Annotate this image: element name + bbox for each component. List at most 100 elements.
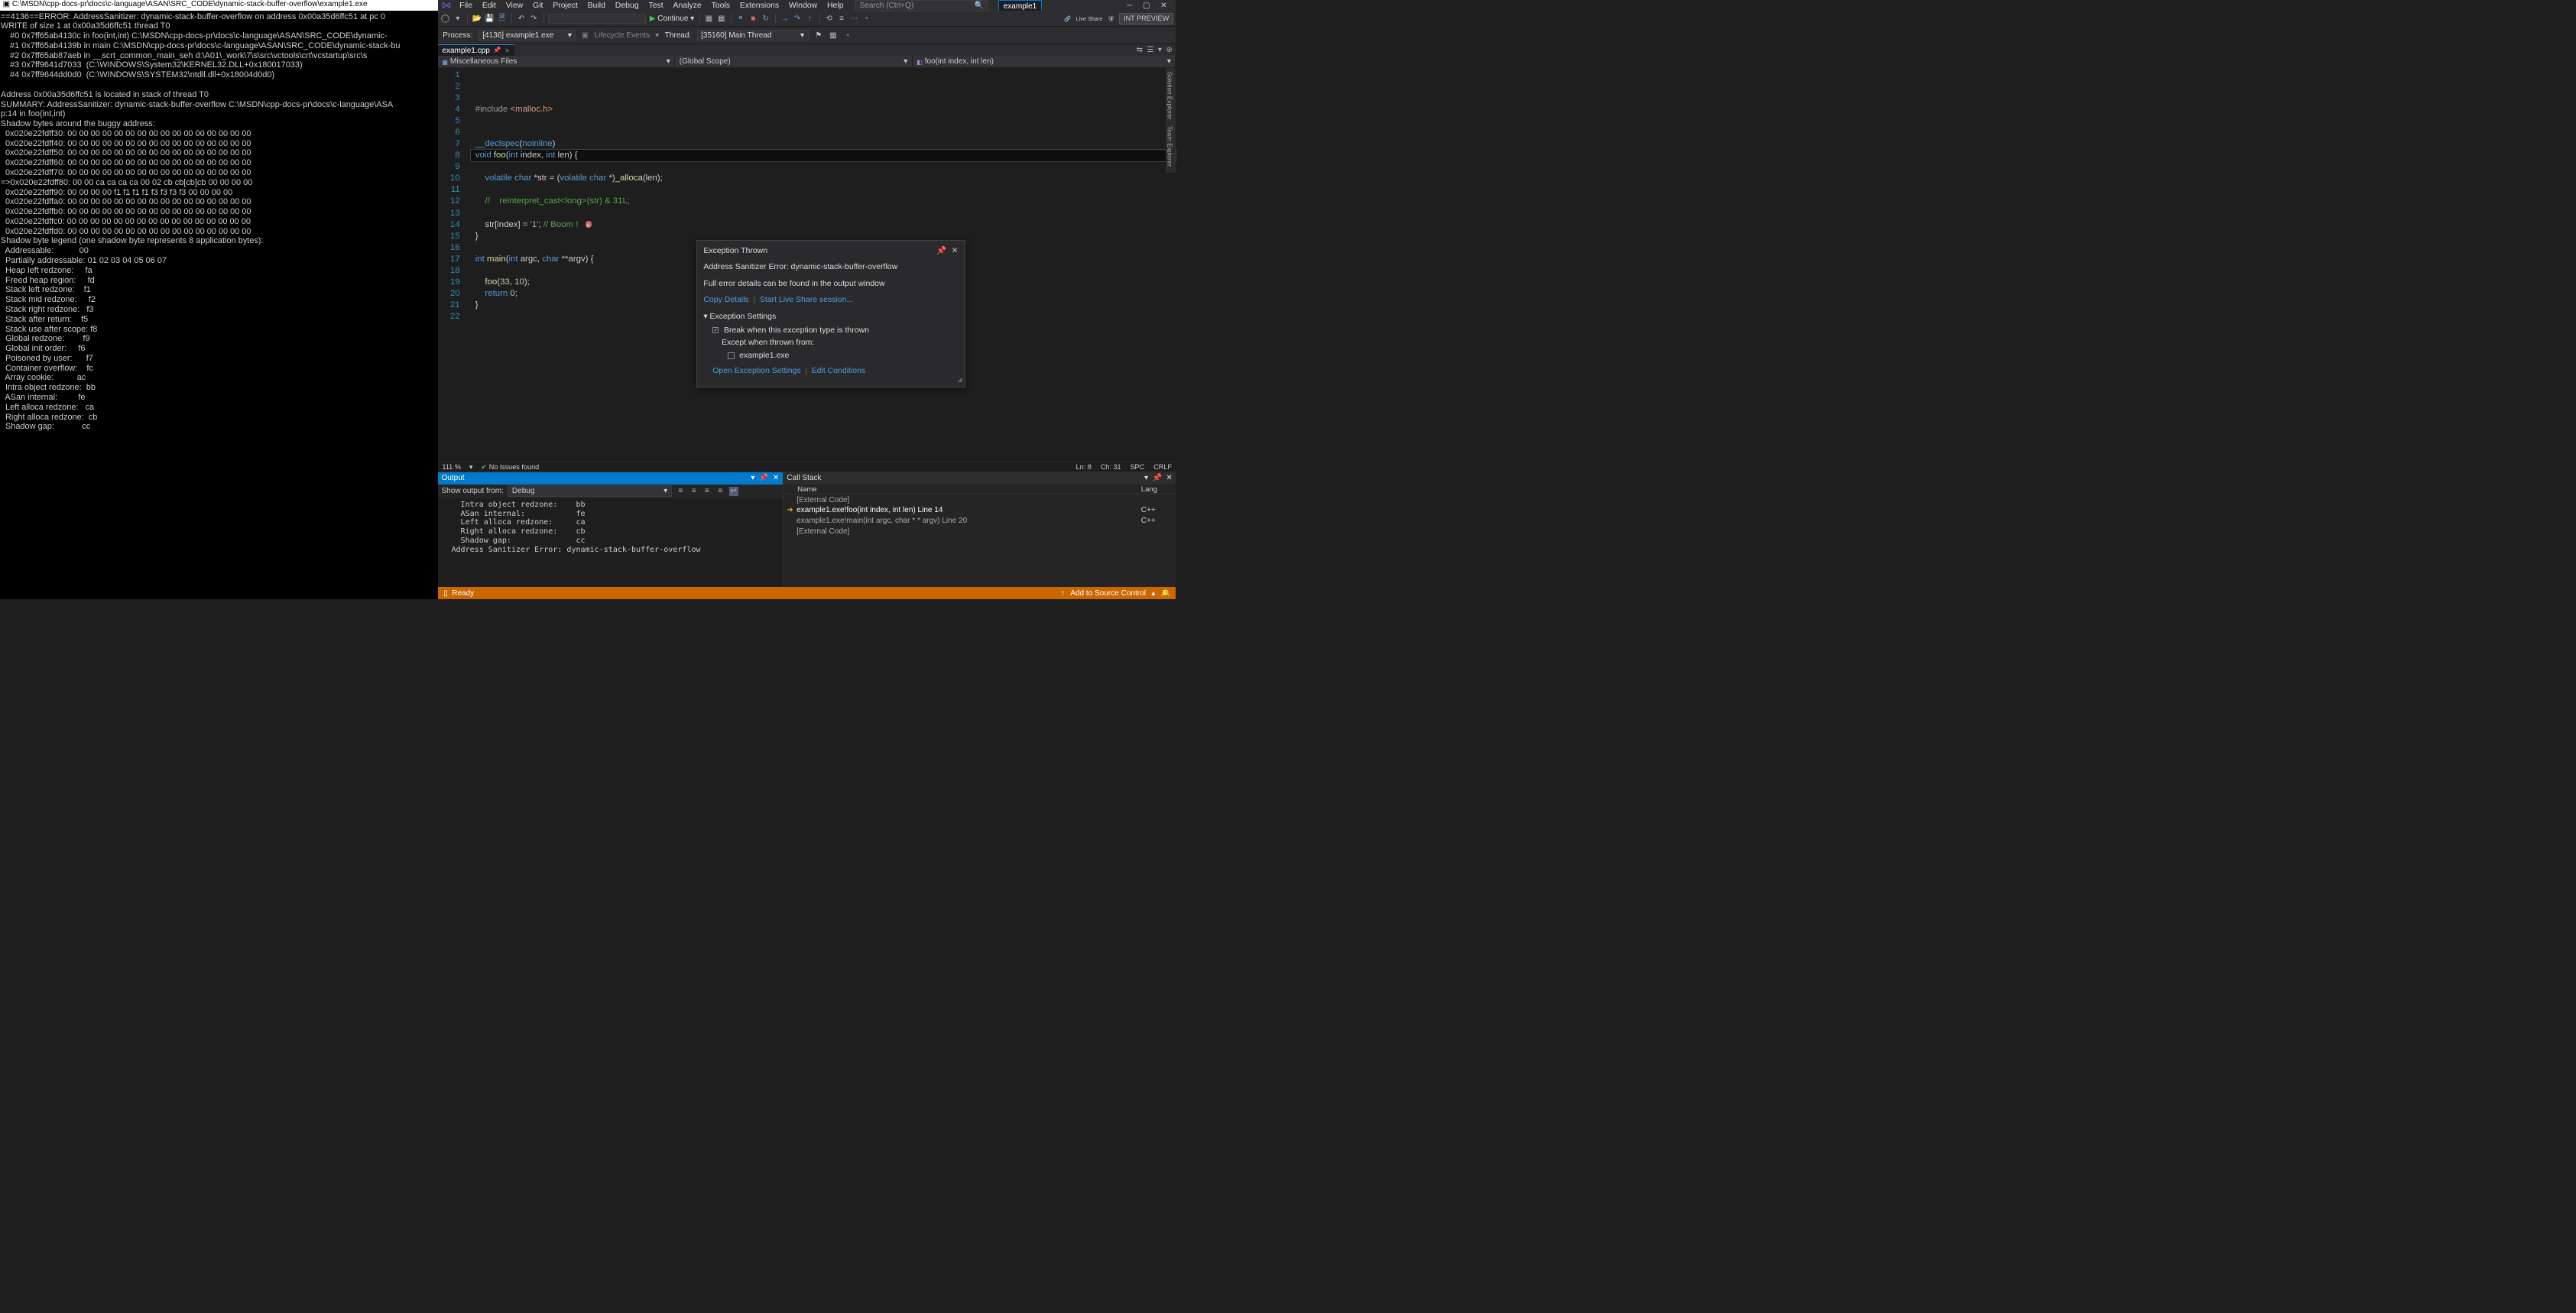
- menu-project[interactable]: Project: [548, 0, 582, 11]
- step-over-icon[interactable]: ↷: [793, 14, 802, 23]
- callstack-row[interactable]: [External Code]: [784, 526, 1176, 537]
- close-icon[interactable]: ✕: [1166, 474, 1172, 482]
- search-box[interactable]: Search (Ctrl+Q) 🔍: [855, 0, 988, 11]
- spaces-indicator[interactable]: SPC: [1130, 463, 1144, 471]
- resize-grip-icon[interactable]: ◢: [958, 374, 962, 385]
- output-panel-header[interactable]: Output ▾ 📌 ✕: [438, 472, 783, 485]
- team-explorer-tab[interactable]: Team Explorer: [1166, 126, 1176, 167]
- menu-tools[interactable]: Tools: [706, 0, 735, 11]
- code-editor[interactable]: 12345678910111213141516171819202122 #inc…: [438, 68, 1176, 462]
- menu-file[interactable]: File: [455, 0, 478, 11]
- save-all-icon[interactable]: 🗎: [498, 14, 507, 23]
- save-icon[interactable]: 💾: [485, 14, 494, 23]
- live-share-button[interactable]: Live Share: [1076, 15, 1103, 22]
- start-liveshare-link[interactable]: Start Live Share session...: [760, 296, 853, 304]
- pin-icon[interactable]: 📌: [493, 47, 501, 54]
- add-source-control[interactable]: Add to Source Control: [1070, 589, 1146, 598]
- output-btn-2[interactable]: ≡: [689, 487, 699, 496]
- tb-misc-1[interactable]: ⟲: [825, 14, 834, 23]
- notifications-icon[interactable]: 🔔: [1161, 589, 1171, 598]
- dropdown-icon[interactable]: ▾: [751, 474, 754, 482]
- open-file-icon[interactable]: 📂: [472, 14, 482, 23]
- menu-view[interactable]: View: [501, 0, 527, 11]
- dropdown-icon[interactable]: ▾: [1144, 474, 1148, 482]
- menu-extensions[interactable]: Extensions: [735, 0, 784, 11]
- col-lang[interactable]: Lang: [1141, 485, 1173, 494]
- step-out-icon[interactable]: ↑: [806, 14, 815, 23]
- menu-window[interactable]: Window: [784, 0, 822, 11]
- scope-global[interactable]: (Global Scope) ▾: [675, 56, 912, 67]
- menu-debug[interactable]: Debug: [610, 0, 644, 11]
- nav-back-icon[interactable]: ◯: [441, 14, 450, 23]
- pause-icon[interactable]: ⏸: [736, 14, 745, 23]
- frame-icon[interactable]: ▫: [843, 31, 852, 40]
- caret-up-icon[interactable]: ▴: [1151, 589, 1155, 598]
- admin-icon[interactable]: 🛡: [1108, 15, 1114, 22]
- tb-icon-b[interactable]: ▦: [717, 14, 726, 23]
- issues-label[interactable]: No issues found: [489, 463, 539, 471]
- col-name[interactable]: Name: [787, 485, 1140, 494]
- output-btn-1[interactable]: ≡: [676, 487, 685, 496]
- console-output[interactable]: ==4136==ERROR: AddressSanitizer: dynamic…: [0, 11, 438, 600]
- eol-indicator[interactable]: CRLF: [1153, 463, 1172, 471]
- undo-icon[interactable]: ↶: [517, 14, 526, 23]
- menu-git[interactable]: Git: [528, 0, 548, 11]
- pin-icon[interactable]: 📌: [1152, 474, 1162, 482]
- close-icon[interactable]: ✕: [1160, 2, 1166, 10]
- menu-analyze[interactable]: Analyze: [668, 0, 706, 11]
- close-tab-icon[interactable]: ✕: [504, 47, 510, 54]
- callstack-header[interactable]: Call Stack ▾ 📌 ✕: [784, 472, 1176, 485]
- close-icon[interactable]: ✕: [952, 245, 959, 257]
- callstack-row[interactable]: ➜ example1.exe!foo(int index, int len) L…: [784, 505, 1176, 516]
- stack-icon[interactable]: ▦: [829, 31, 838, 40]
- solution-name[interactable]: example1: [998, 0, 1041, 11]
- caret-down-icon[interactable]: ▾: [703, 313, 707, 321]
- scope-project[interactable]: ▦ Miscellaneous Files ▾: [438, 56, 675, 67]
- continue-button[interactable]: ▶ Continue ▾: [650, 15, 694, 23]
- flag-icon[interactable]: ⚑: [814, 31, 823, 40]
- open-exception-settings-link[interactable]: Open Exception Settings: [712, 367, 800, 375]
- tb-misc-2[interactable]: ≡: [837, 14, 846, 23]
- output-text[interactable]: Intra object redzone: bb ASan internal: …: [438, 498, 783, 587]
- callstack-body[interactable]: [External Code] ➜ example1.exe!foo(int i…: [784, 494, 1176, 586]
- tab-side-icon-3[interactable]: ▾: [1158, 46, 1162, 54]
- output-btn-wrap[interactable]: ↩: [729, 487, 738, 496]
- callstack-row[interactable]: [External Code]: [784, 494, 1176, 505]
- stop-icon[interactable]: ■: [748, 14, 758, 23]
- callstack-row[interactable]: example1.exe!main(int argc, char * * arg…: [784, 516, 1176, 527]
- lifecycle-label[interactable]: Lifecycle Events: [595, 31, 650, 40]
- redo-icon[interactable]: ↷: [529, 14, 538, 23]
- maximize-icon[interactable]: ▢: [1143, 2, 1150, 10]
- step-into-icon[interactable]: →: [780, 14, 790, 23]
- output-btn-4[interactable]: ≡: [715, 487, 725, 496]
- config-combo[interactable]: [548, 14, 646, 24]
- menu-edit[interactable]: Edit: [477, 0, 501, 11]
- menu-test[interactable]: Test: [644, 0, 668, 11]
- thread-combo[interactable]: [35160] Main Thread ▾: [697, 30, 809, 41]
- tb-misc-4[interactable]: ▫: [862, 14, 871, 23]
- except-exe-checkbox[interactable]: [728, 352, 734, 358]
- pin-icon[interactable]: 📌: [936, 245, 946, 257]
- output-btn-3[interactable]: ≡: [702, 487, 712, 496]
- code-surface[interactable]: #include <malloc.h> __declspec(noinline)…: [471, 68, 1176, 462]
- output-source-combo[interactable]: Debug ▾: [508, 485, 672, 497]
- solution-explorer-tab[interactable]: Solution Explorer: [1166, 72, 1176, 119]
- break-when-checkbox[interactable]: [712, 327, 719, 333]
- scope-function[interactable]: ◧ foo(int index, int len) ▾: [913, 56, 1176, 67]
- chevron-down-icon[interactable]: ▾: [469, 463, 473, 472]
- tb-icon-a[interactable]: ▦: [704, 14, 713, 23]
- pin-icon[interactable]: 📌: [759, 474, 769, 482]
- zoom-level[interactable]: 111 %: [442, 463, 461, 471]
- process-combo[interactable]: [4136] example1.exe ▾: [479, 30, 576, 41]
- fold-margin[interactable]: [464, 68, 471, 462]
- tab-side-icon-4[interactable]: ⊕: [1166, 46, 1172, 54]
- close-icon[interactable]: ✕: [773, 474, 779, 482]
- minimize-icon[interactable]: ─: [1127, 2, 1132, 10]
- tb-misc-3[interactable]: ⋯: [850, 14, 859, 23]
- edit-conditions-link[interactable]: Edit Conditions: [812, 367, 866, 375]
- tab-side-icon-2[interactable]: ☰: [1147, 46, 1153, 54]
- file-tab-example1[interactable]: example1.cpp 📌 ✕: [438, 44, 514, 57]
- error-glyph-icon[interactable]: [586, 221, 592, 227]
- menu-help[interactable]: Help: [822, 0, 848, 11]
- menu-build[interactable]: Build: [582, 0, 610, 11]
